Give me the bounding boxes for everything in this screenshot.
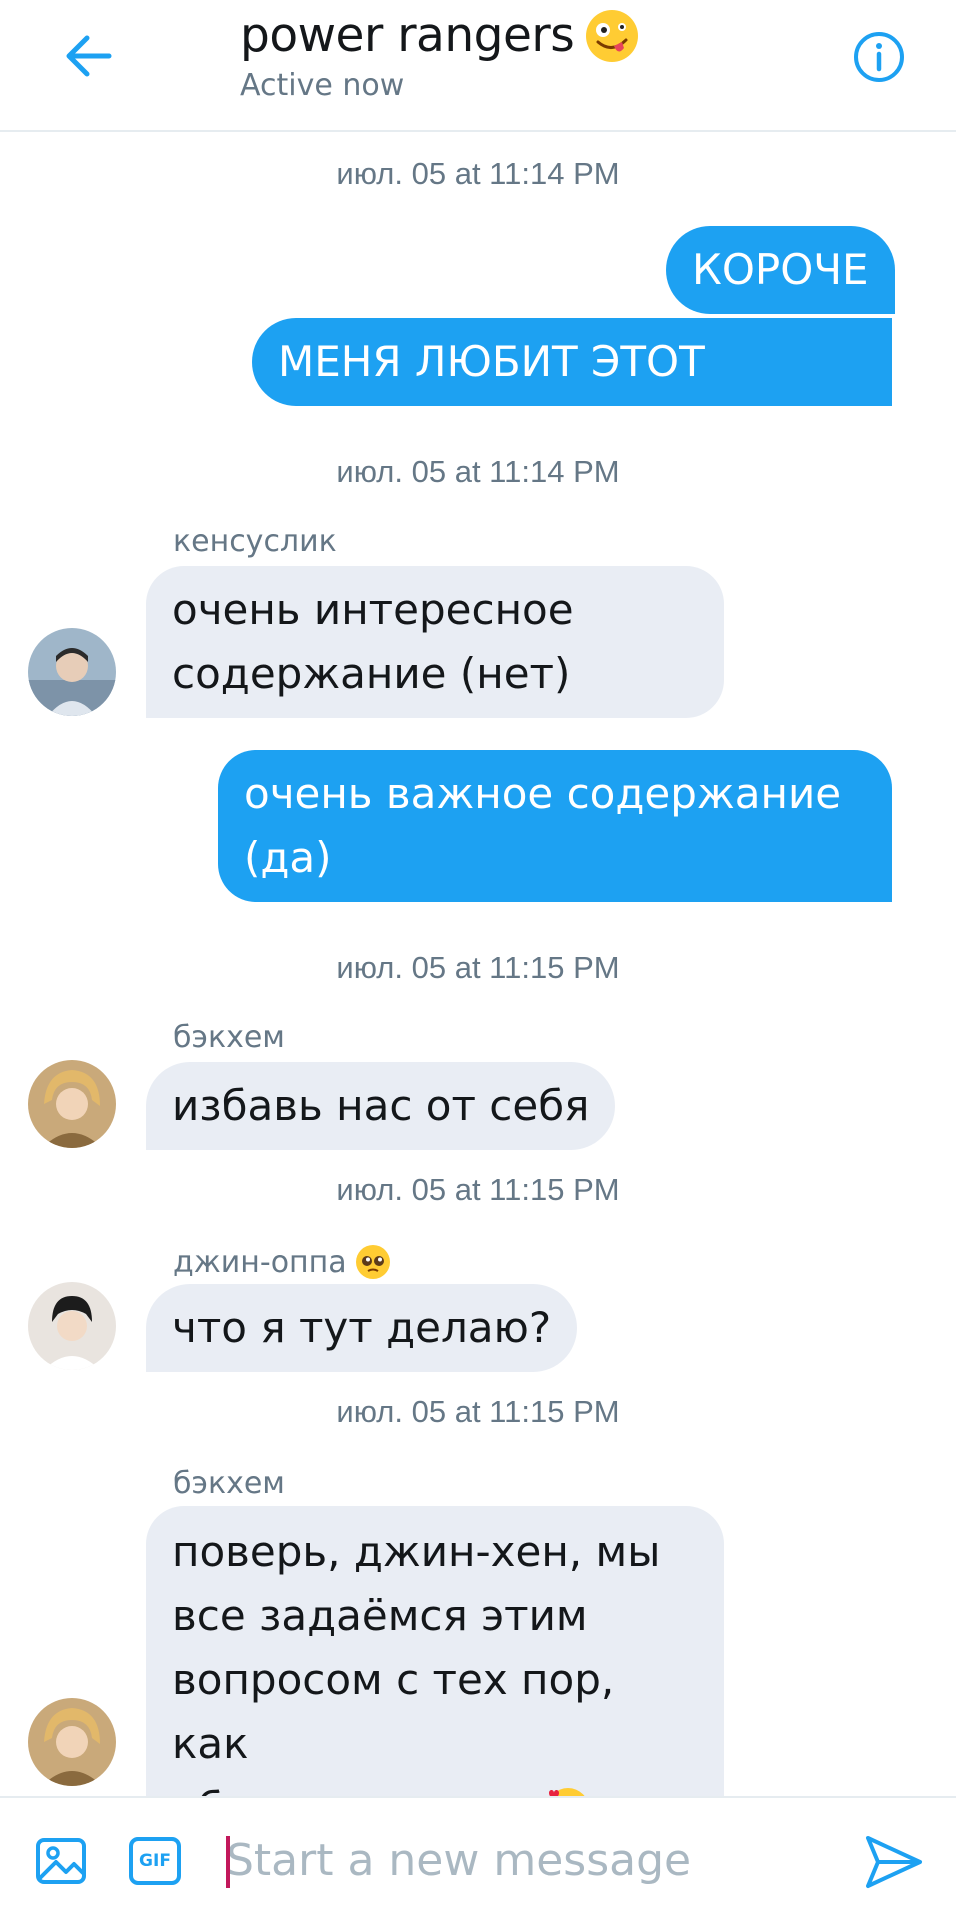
message-line: (да) (244, 833, 332, 882)
sender-name-text: джин-оппа (173, 1244, 347, 1280)
image-icon[interactable] (34, 1834, 88, 1888)
message-timestamp: июл. 05 at 11:15 PM (336, 1394, 620, 1429)
back-button[interactable] (58, 28, 118, 84)
info-icon[interactable] (852, 30, 906, 84)
conversation-header: power rangers Active now (0, 0, 956, 132)
send-icon[interactable] (864, 1832, 924, 1892)
outgoing-message[interactable]: КОРОЧЕ (666, 226, 895, 314)
zany-face-emoji-icon (586, 10, 639, 62)
message-timestamp: июл. 05 at 11:15 PM (336, 1172, 620, 1207)
user-avatar-icon (28, 1698, 116, 1786)
conversation-title: power rangers (240, 8, 575, 63)
message-timestamp: июл. 05 at 11:14 PM (336, 156, 620, 191)
avatar[interactable] (28, 1698, 116, 1786)
user-avatar-icon (28, 1060, 116, 1148)
user-avatar-icon (28, 1282, 116, 1370)
presence-status: Active now (240, 68, 405, 103)
incoming-message[interactable]: очень интересное содержание (нет) (146, 566, 724, 718)
sender-name: бэкхем (173, 1020, 285, 1055)
message-line: очень интересное (172, 585, 574, 634)
arrow-left-icon (66, 35, 112, 77)
avatar[interactable] (28, 1282, 116, 1370)
gif-button[interactable]: GIF (128, 1834, 182, 1888)
sender-name: джин-оппа (173, 1244, 391, 1280)
avatar[interactable] (28, 1060, 116, 1148)
gif-label: GIF (139, 1851, 171, 1871)
pleading-face-emoji-icon (355, 1245, 390, 1279)
text-caret (226, 1836, 230, 1888)
message-line: содержание (нет) (172, 649, 571, 698)
message-composer: GIF (0, 1796, 956, 1920)
smiling-face-with-hearts-emoji-icon (549, 1788, 585, 1796)
user-avatar-icon (28, 628, 116, 716)
message-line-text: общаемся с ним (172, 1776, 531, 1796)
message-line: все задаёмся этим (172, 1591, 588, 1640)
message-line: очень важное содержание (244, 769, 842, 818)
message-timestamp: июл. 05 at 11:15 PM (336, 950, 620, 985)
message-line: поверь, джин-хен, мы (172, 1527, 661, 1576)
sender-name: бэкхем (173, 1466, 285, 1501)
message-input[interactable] (226, 1824, 826, 1896)
message-line: вопросом с тех пор, как (172, 1655, 615, 1768)
message-timestamp: июл. 05 at 11:14 PM (336, 454, 620, 489)
incoming-message[interactable]: избавь нас от себя (146, 1062, 616, 1150)
conversation-title-block[interactable]: power rangers Active now (240, 6, 640, 103)
incoming-message[interactable]: что я тут делаю? (146, 1284, 578, 1372)
outgoing-message[interactable]: МЕНЯ ЛЮБИТ ЭТОТ ЧОНГУК (252, 318, 892, 474)
outgoing-message[interactable]: очень важное содержание (да) (218, 750, 892, 902)
message-list[interactable]: июл. 05 at 11:14 PM КОРОЧЕ МЕНЯ ЛЮБИТ ЭТ… (0, 134, 956, 1796)
sender-name: кенсуслик (173, 524, 337, 559)
avatar[interactable] (28, 628, 116, 716)
message-line: общаемся с ним (172, 1776, 698, 1796)
incoming-message[interactable]: поверь, джин-хен, мы все задаёмся этим в… (146, 1506, 724, 1796)
